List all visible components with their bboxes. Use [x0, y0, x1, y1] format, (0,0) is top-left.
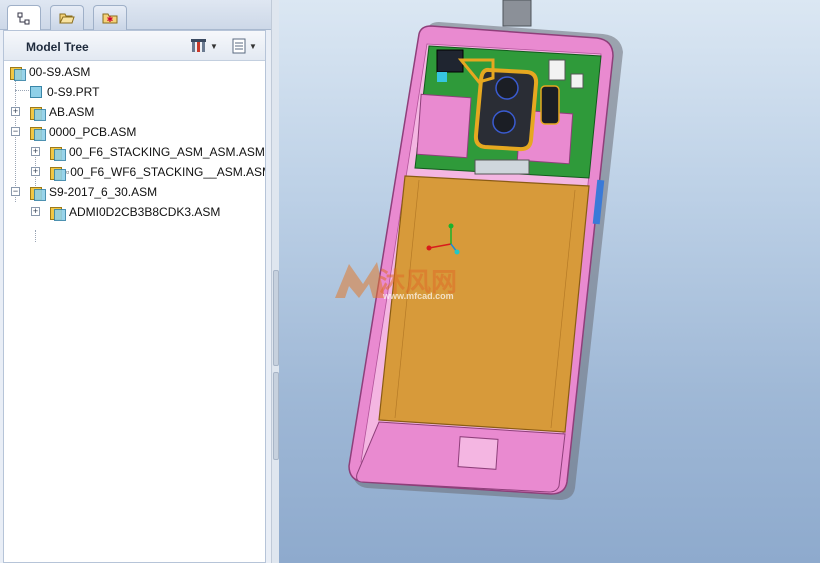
tree-item-label: 0-S9.PRT [47, 85, 100, 99]
assembly-icon [50, 206, 66, 221]
tree-item-wf6-stacking-asm[interactable]: ▫ 00_F6_WF6_STACKING__ASM.ASM [50, 163, 265, 181]
tree-item-label: 0000_PCB.ASM [49, 125, 137, 139]
navigator-panel: ✱ Model Tree ▼ ▼ 00-S9.ASM 0-S9.PRT + AB… [0, 0, 271, 563]
model-tree-header: Model Tree ▼ ▼ [4, 31, 265, 61]
chevron-down-icon: ▼ [249, 41, 257, 51]
assembly-icon [10, 66, 26, 81]
tree-item-label: ADMI0D2CB3B8CDK3.ASM [69, 205, 221, 219]
component [548, 59, 566, 81]
model-tree-panel: Model Tree ▼ ▼ 00-S9.ASM 0-S9.PRT + AB.A… [3, 30, 266, 563]
tree-connector [15, 74, 16, 202]
model-tree-tab[interactable] [7, 5, 41, 31]
tree-show-button[interactable]: ▼ [231, 37, 257, 55]
model-tree-icon [17, 12, 30, 24]
axis-x-tip [426, 245, 432, 251]
favorites-icon: ✱ [102, 13, 118, 24]
battery [378, 175, 590, 433]
component [570, 73, 584, 89]
camera-lens-icon [492, 110, 516, 134]
expand-icon[interactable]: + [31, 147, 40, 156]
expand-icon[interactable]: + [31, 207, 40, 216]
tree-item-part[interactable]: 0-S9.PRT [30, 83, 99, 101]
tree-item-ab-asm[interactable]: AB.ASM [30, 103, 94, 121]
tree-item-label: AB.ASM [49, 105, 95, 119]
tree-connector [15, 90, 29, 91]
folder-icon [59, 13, 75, 24]
panel-splitter[interactable] [271, 0, 279, 563]
phone-assembly-model [335, 0, 623, 500]
tree-item-label: 00_F6_STACKING_ASM_ASM.ASM [69, 145, 265, 159]
tree-item-s9-asm[interactable]: S9-2017_6_30.ASM [30, 183, 157, 201]
front-camera-module [436, 49, 464, 73]
note-icon: ▫ [66, 167, 70, 177]
chevron-down-icon: ▼ [210, 41, 218, 51]
expand-icon[interactable]: + [11, 107, 20, 116]
tree-show-icon [232, 38, 246, 54]
assembly-icon [50, 146, 66, 161]
part-icon [30, 86, 42, 98]
tree-settings-icon [191, 39, 206, 52]
assembly-icon [30, 186, 46, 201]
tree-item-root[interactable]: 00-S9.ASM [10, 63, 90, 81]
shield-can [416, 93, 472, 159]
axis-y-tip [448, 223, 454, 229]
tree-item-stacking-asm[interactable]: 00_F6_STACKING_ASM_ASM.ASM [50, 143, 265, 161]
assembly-icon [50, 166, 66, 181]
axis-z-tip [454, 249, 460, 255]
bottom-component [457, 436, 499, 470]
tree-connector [35, 230, 36, 242]
collapse-icon[interactable]: − [11, 127, 20, 136]
watermark-logo [335, 262, 385, 298]
tree-item-label: 00-S9.ASM [29, 65, 91, 79]
model-tree-title: Model Tree [26, 40, 89, 54]
tree-item-admi-asm[interactable]: ADMI0D2CB3B8CDK3.ASM [50, 203, 220, 221]
expand-icon[interactable]: + [31, 167, 40, 176]
tree-item-label: S9-2017_6_30.ASM [49, 185, 158, 199]
tree-item-pcb-asm[interactable]: 0000_PCB.ASM [30, 123, 136, 141]
watermark-url: www.mfcad.com [383, 291, 454, 301]
navigator-tab-strip: ✱ [0, 0, 271, 31]
fingerprint-sensor [540, 85, 560, 125]
assembly-icon [30, 126, 46, 141]
sensor-module [437, 72, 447, 82]
collapse-icon[interactable]: − [11, 187, 20, 196]
model-tree: 00-S9.ASM 0-S9.PRT + AB.ASM − 0000_PCB.A… [4, 62, 265, 562]
tree-settings-button[interactable]: ▼ [190, 37, 218, 55]
favorites-tab[interactable]: ✱ [93, 5, 127, 30]
flex-connector [474, 159, 530, 175]
svg-text:✱: ✱ [107, 15, 114, 24]
tree-item-label: 00_F6_WF6_STACKING__ASM.ASM [70, 165, 265, 179]
assembly-icon [30, 106, 46, 121]
top-connector-part [502, 0, 532, 27]
camera-lens-icon [495, 76, 519, 100]
graphics-viewport[interactable]: 沐风网 www.mfcad.com [279, 0, 820, 563]
folder-browser-tab[interactable] [50, 5, 84, 30]
